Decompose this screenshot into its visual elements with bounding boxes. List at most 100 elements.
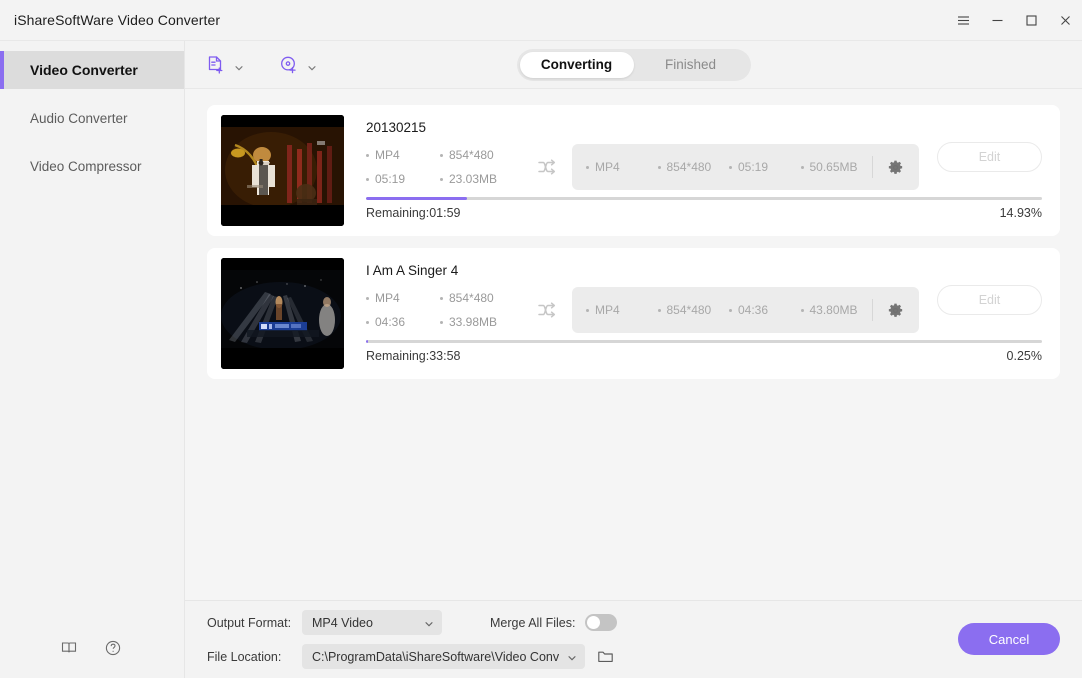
target-size: 43.80MB [801,303,873,317]
toggle-knob [587,616,601,629]
task-tabs: Converting Finished [516,48,751,81]
close-button[interactable] [1048,0,1082,41]
add-file-icon [205,54,227,76]
target-format-box[interactable]: MP4 854*480 05:19 50.65MB [572,144,919,190]
sidebar-item-label: Audio Converter [30,110,128,126]
hamburger-icon [956,13,971,28]
task-list: 20130215 MP4 854*480 05:19 23.03MB MP4 8… [185,89,1082,600]
folder-icon[interactable] [597,648,614,665]
video-thumbnail [221,258,344,369]
target-meta: MP4 854*480 05:19 50.65MB [586,160,872,174]
sidebar: Video Converter Audio Converter Video Co… [0,41,185,678]
edit-button[interactable]: Edit [937,142,1042,172]
source-size: 33.98MB [440,315,528,329]
source-meta: MP4 854*480 05:19 23.03MB [366,148,528,186]
progress-fill [366,340,368,343]
progress-labels: Remaining:01:59 14.93% [366,206,1042,220]
target-format: MP4 [586,160,658,174]
merge-all-files-toggle[interactable] [585,614,618,631]
maximize-icon [1025,14,1038,27]
file-location-select[interactable]: C:\ProgramData\iShareSoftware\Video Conv… [302,644,585,669]
gear-icon [888,303,903,318]
window-controls [946,0,1082,41]
tab-converting[interactable]: Converting [519,51,634,78]
add-file-button[interactable] [205,54,244,76]
menu-button[interactable] [946,0,980,41]
minimize-button[interactable] [980,0,1014,41]
target-duration: 05:19 [729,160,801,174]
target-resolution: 854*480 [658,303,730,317]
task-card[interactable]: 20130215 MP4 854*480 05:19 23.03MB MP4 8… [207,105,1060,236]
progress-track [366,340,1042,343]
close-icon [1059,14,1072,27]
help-icon[interactable] [104,639,122,657]
remaining-time: Remaining:33:58 [366,349,461,363]
target-size: 50.65MB [801,160,873,174]
output-format-value: MP4 Video [312,615,373,630]
file-location-row: File Location: C:\ProgramData\iShareSoft… [207,644,617,669]
toolbar: Converting Finished [185,41,1082,89]
target-meta: MP4 854*480 04:36 43.80MB [586,303,872,317]
progress-section: Remaining:01:59 14.93% [366,197,1042,220]
title-bar: iShareSoftWare Video Converter [0,0,1082,41]
progress-fill [366,197,467,200]
progress-percent: 14.93% [999,206,1042,220]
source-format: MP4 [366,291,440,305]
task-card[interactable]: I Am A Singer 4 MP4 854*480 04:36 33.98M… [207,248,1060,379]
remaining-time: Remaining:01:59 [366,206,461,220]
sidebar-item-audio-converter[interactable]: Audio Converter [0,99,184,137]
target-format: MP4 [586,303,658,317]
sidebar-item-video-compressor[interactable]: Video Compressor [0,147,184,185]
output-format-label: Output Format: [207,615,292,630]
sidebar-item-label: Video Converter [30,62,138,78]
body: Video Converter Audio Converter Video Co… [0,41,1082,678]
footer-bar: Output Format: MP4 Video Merge All Files… [185,600,1082,678]
output-format-select[interactable]: MP4 Video [302,610,442,635]
edit-button[interactable]: Edit [937,285,1042,315]
task-name: 20130215 [366,120,427,135]
add-disc-button[interactable] [278,54,317,76]
source-duration: 04:36 [366,315,440,329]
output-format-row: Output Format: MP4 Video Merge All Files… [207,610,618,635]
file-location-label: File Location: [207,649,282,664]
add-disc-icon [278,54,300,76]
task-details: 20130215 MP4 854*480 05:19 23.03MB MP4 8… [344,115,1046,226]
sidebar-item-video-converter[interactable]: Video Converter [0,51,184,89]
sidebar-item-label: Video Compressor [30,158,142,174]
target-resolution: 854*480 [658,160,730,174]
settings-button[interactable] [873,303,917,318]
file-location-value: C:\ProgramData\iShareSoftware\Video Conv… [312,649,559,664]
source-size: 23.03MB [440,172,528,186]
maximize-button[interactable] [1014,0,1048,41]
settings-button[interactable] [873,160,917,175]
chevron-down-icon [424,618,434,628]
tab-finished[interactable]: Finished [634,52,748,78]
source-format: MP4 [366,148,440,162]
progress-track [366,197,1042,200]
target-duration: 04:36 [729,303,801,317]
progress-section: Remaining:33:58 0.25% [366,340,1042,363]
source-duration: 05:19 [366,172,440,186]
target-format-box[interactable]: MP4 854*480 04:36 43.80MB [572,287,919,333]
gear-icon [888,160,903,175]
sidebar-nav: Video Converter Audio Converter Video Co… [0,41,184,185]
source-resolution: 854*480 [440,148,528,162]
sidebar-footer [0,618,184,678]
progress-percent: 0.25% [1006,349,1042,363]
progress-labels: Remaining:33:58 0.25% [366,349,1042,363]
app-window: iShareSoftWare Video Converter Video Con… [0,0,1082,678]
task-details: I Am A Singer 4 MP4 854*480 04:36 33.98M… [344,258,1046,369]
convert-arrows-icon [536,299,558,321]
footer-settings: Output Format: MP4 Video Merge All Files… [207,610,618,669]
source-meta: MP4 854*480 04:36 33.98MB [366,291,528,329]
convert-arrows-icon [536,156,558,178]
video-thumbnail [221,115,344,226]
chevron-down-icon [234,60,244,70]
cancel-button[interactable]: Cancel [958,623,1060,655]
chevron-down-icon [307,60,317,70]
chevron-down-icon [567,652,577,662]
merge-all-files-label: Merge All Files: [490,615,576,630]
source-resolution: 854*480 [440,291,528,305]
book-icon[interactable] [60,639,78,657]
main-panel: Converting Finished 20130215 MP4 854*480… [185,41,1082,678]
